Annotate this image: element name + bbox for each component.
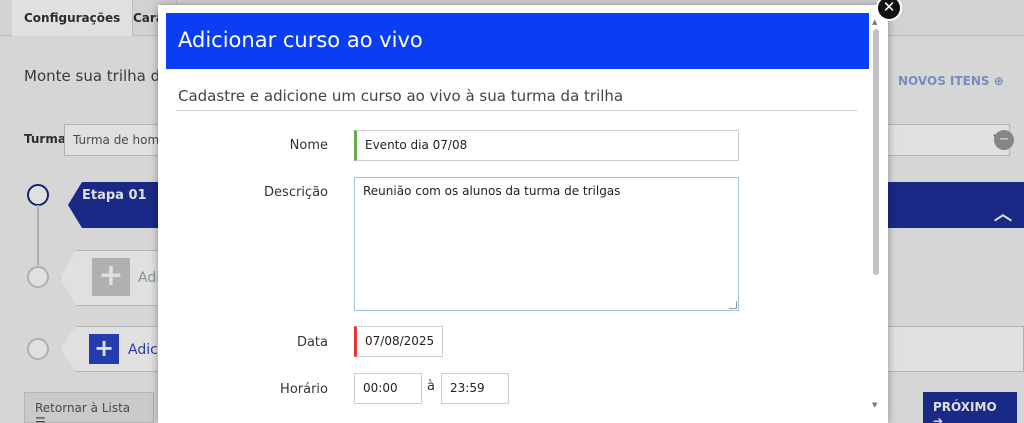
modal-subtitle: Cadastre e adicione um curso ao vivo à s… — [178, 87, 624, 105]
descricao-textarea[interactable]: Reunião com os alunos da turma de trilga… — [354, 177, 739, 311]
divider — [176, 110, 857, 111]
scroll-down-icon[interactable]: ▼ — [872, 401, 877, 409]
resize-handle-icon[interactable] — [729, 301, 737, 309]
horario-end-input[interactable]: 23:59 — [441, 373, 509, 404]
modal-scrollbar[interactable]: ▲ ▼ — [871, 18, 881, 419]
modal-header: Adicionar curso ao vivo — [166, 13, 869, 69]
horario-separator: à — [427, 379, 435, 394]
horario-start-input[interactable]: 00:00 — [354, 373, 422, 404]
data-input[interactable]: 07/08/2025 — [354, 326, 443, 357]
descricao-textarea-value: Reunião com os alunos da turma de trilga… — [363, 184, 621, 198]
horario-label: Horário — [280, 382, 328, 397]
scroll-up-icon[interactable]: ▲ — [872, 18, 877, 26]
descricao-label: Descrição — [264, 185, 328, 200]
nome-label: Nome — [289, 138, 328, 153]
nome-input[interactable]: Evento dia 07/08 — [354, 130, 739, 161]
modal-title: Adicionar curso ao vivo — [178, 28, 423, 52]
data-label: Data — [296, 335, 328, 350]
data-input-value: 07/08/2025 — [365, 334, 435, 348]
scroll-thumb[interactable] — [873, 29, 879, 275]
nome-input-value: Evento dia 07/08 — [365, 138, 468, 152]
horario-end-value: 23:59 — [450, 381, 485, 395]
add-live-course-modal: Adicionar curso ao vivo ✕ Cadastre e adi… — [158, 0, 902, 423]
horario-start-value: 00:00 — [363, 381, 398, 395]
